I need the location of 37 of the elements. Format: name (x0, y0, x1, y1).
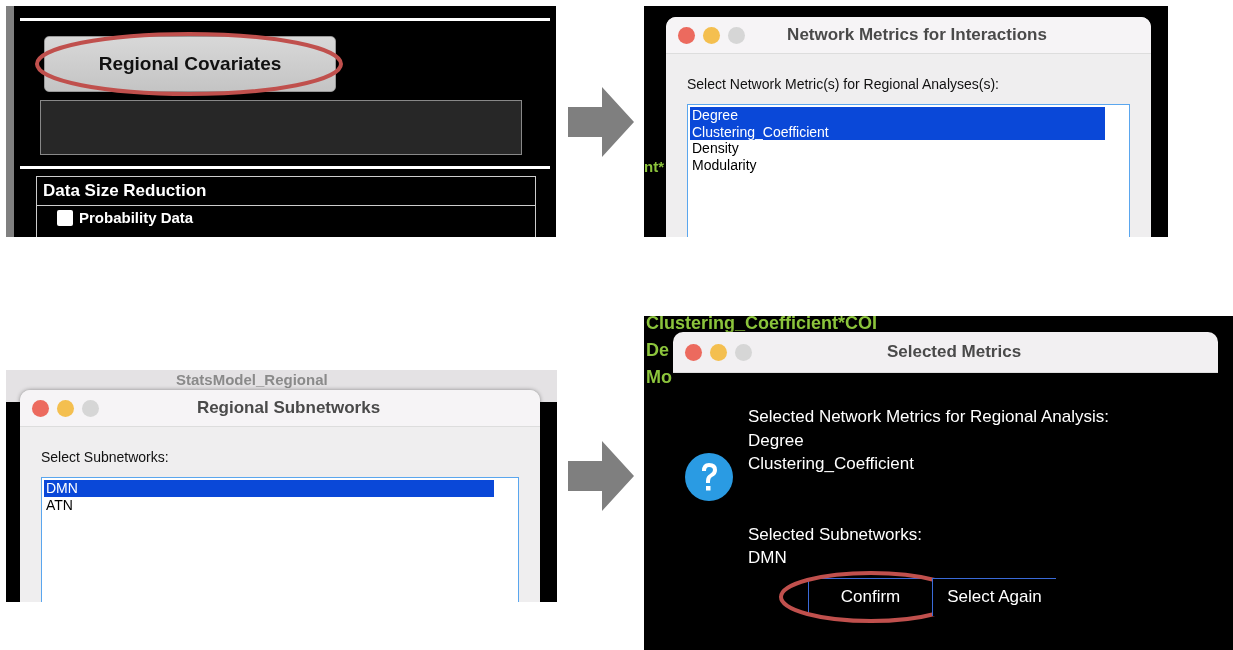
background-text: De (646, 339, 669, 362)
close-icon[interactable] (32, 399, 49, 417)
prompt-text: Select Network Metric(s) for Regional Analyses(s): (687, 76, 1000, 92)
right-arrow-icon (567, 441, 634, 511)
window-title: Regional Subnetworks (195, 398, 382, 418)
prompt-text: Select Subnetworks: (41, 449, 170, 465)
window-title: Selected Metrics (885, 342, 1023, 362)
list-item[interactable]: Degree (690, 107, 1105, 124)
list-item[interactable]: ATN (44, 496, 494, 513)
list-item[interactable]: Density (690, 140, 1105, 157)
minimize-icon[interactable] (57, 399, 74, 417)
background-text: nt* (644, 158, 664, 175)
list-item[interactable]: Modularity (690, 156, 1105, 173)
list-item[interactable]: DMN (44, 480, 494, 497)
minimize-icon[interactable] (710, 343, 727, 361)
section-title: Data Size Reduction (37, 177, 535, 206)
close-icon[interactable] (678, 26, 695, 44)
message-text: DMN (748, 547, 788, 569)
minimize-icon[interactable] (703, 26, 720, 44)
window-title: Network Metrics for Interactions (786, 25, 1048, 45)
message-text: Degree (748, 429, 805, 452)
message-text: Clustering_Coefficient (748, 453, 915, 475)
dialog-button[interactable]: Select Again (932, 577, 1056, 616)
zoom-icon[interactable] (728, 26, 745, 44)
zoom-icon[interactable] (82, 399, 99, 417)
background-text: Mo (646, 366, 672, 389)
regional-covariates-button[interactable]: Regional Covariates (44, 36, 336, 92)
checkbox-label: Probability Data (79, 209, 194, 226)
message-text: Selected Network Metrics for Regional Analysis: (748, 406, 1109, 428)
checkbox[interactable] (57, 209, 73, 226)
zoom-icon[interactable] (735, 343, 752, 361)
right-arrow-icon (567, 86, 634, 157)
background-text: Clustering_Coefficient*COI (646, 316, 878, 335)
background-text: StatsModel_Regional (176, 371, 328, 388)
close-icon[interactable] (685, 343, 702, 361)
message-text: Selected Subnetworks: (748, 523, 923, 546)
question-icon (685, 453, 733, 502)
